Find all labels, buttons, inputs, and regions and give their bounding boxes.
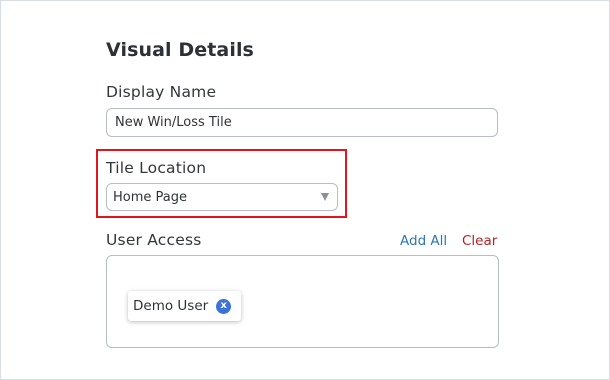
add-all-link[interactable]: Add All <box>400 233 447 249</box>
section-title: Visual Details <box>106 39 254 61</box>
display-name-input[interactable] <box>106 108 498 137</box>
remove-user-icon[interactable]: x <box>216 298 232 314</box>
clear-link[interactable]: Clear <box>462 233 497 249</box>
user-access-box[interactable]: Demo User x <box>106 255 499 348</box>
tile-location-selected-value: Home Page <box>113 189 187 205</box>
tile-location-label: Tile Location <box>106 159 207 177</box>
user-access-label: User Access <box>106 231 202 249</box>
user-chip-label: Demo User <box>133 298 209 314</box>
user-chip: Demo User x <box>128 291 242 321</box>
tile-location-select[interactable]: Home Page <box>106 183 338 211</box>
chevron-down-icon <box>321 193 329 201</box>
panel-frame: Visual Details Display Name Tile Locatio… <box>0 0 610 380</box>
display-name-label: Display Name <box>106 83 217 101</box>
